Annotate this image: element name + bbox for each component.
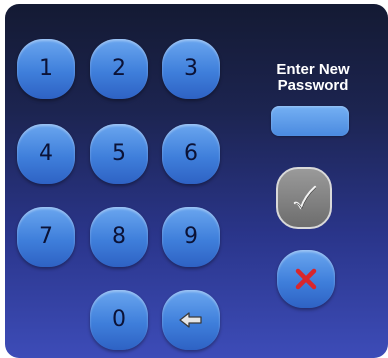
key-2[interactable]: 2 [90, 39, 148, 99]
key-label: 6 [184, 141, 198, 166]
key-label: 5 [112, 141, 126, 166]
key-4[interactable]: 4 [17, 124, 75, 184]
key-label: 8 [112, 224, 126, 249]
password-field-label: Enter New Password [276, 61, 350, 94]
password-keypad-panel: 1 2 3 4 5 6 7 8 9 0 Enter New Password [5, 4, 388, 358]
key-label: 9 [184, 224, 198, 249]
key-label: 7 [39, 224, 53, 249]
key-7[interactable]: 7 [17, 207, 75, 267]
backspace-button[interactable] [162, 290, 220, 350]
key-label: 2 [112, 56, 126, 81]
key-label: 3 [184, 56, 198, 81]
password-input[interactable] [271, 106, 349, 136]
back-arrow-icon [179, 312, 202, 328]
key-9[interactable]: 9 [162, 207, 220, 267]
cancel-button[interactable] [277, 250, 335, 308]
key-label: 1 [39, 56, 53, 81]
confirm-button[interactable] [276, 167, 332, 229]
key-6[interactable]: 6 [162, 124, 220, 184]
key-1[interactable]: 1 [17, 39, 75, 99]
checkmark-icon [293, 185, 317, 210]
key-5[interactable]: 5 [90, 124, 148, 184]
key-label: 4 [39, 141, 53, 166]
key-label: 0 [112, 307, 126, 332]
key-3[interactable]: 3 [162, 39, 220, 99]
key-8[interactable]: 8 [90, 207, 148, 267]
x-icon [295, 268, 317, 290]
key-0[interactable]: 0 [90, 290, 148, 350]
